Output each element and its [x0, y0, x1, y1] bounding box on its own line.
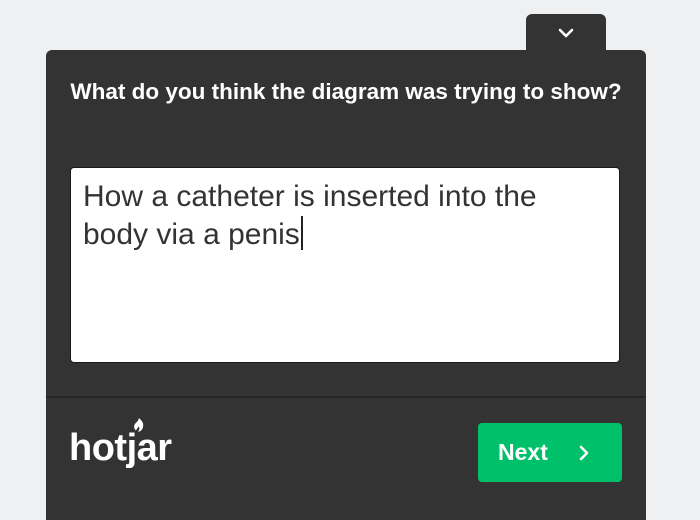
next-button-label: Next: [498, 439, 548, 465]
collapse-poll-button[interactable]: [526, 14, 606, 54]
feedback-poll-panel: What do you think the diagram was trying…: [46, 50, 646, 520]
hotjar-logo: hotjar: [69, 427, 172, 469]
next-button[interactable]: Next: [478, 423, 622, 482]
poll-question: What do you think the diagram was trying…: [70, 79, 622, 104]
text-caret: [300, 216, 303, 250]
answer-textarea[interactable]: How a catheter is inserted into the body…: [70, 167, 620, 363]
footer-divider: [46, 396, 646, 398]
hotjar-flame-icon: [134, 418, 144, 432]
chevron-right-icon: [579, 445, 589, 461]
answer-text: How a catheter is inserted into the body…: [83, 180, 545, 251]
chevron-down-icon: [558, 28, 574, 38]
